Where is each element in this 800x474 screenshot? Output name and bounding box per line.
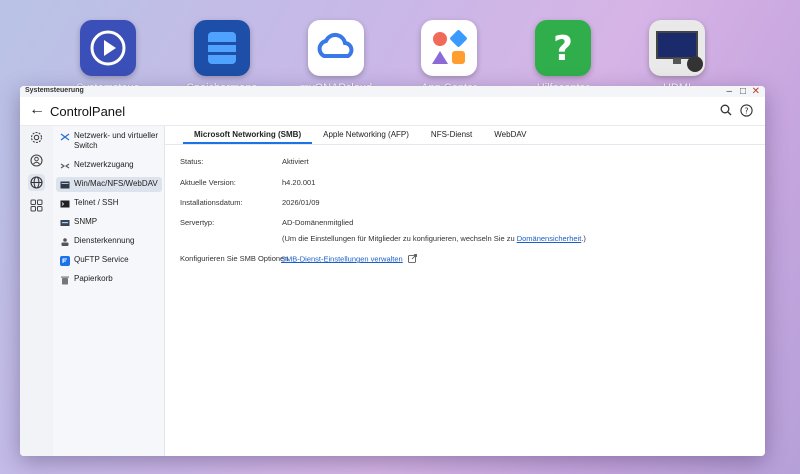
monitor-icon (656, 31, 703, 72)
sidebar: Netzwerk- und virtueller Switch Netzwerk… (53, 126, 165, 456)
cloud-icon (317, 32, 354, 58)
server-type-label: Servertyp: (180, 218, 215, 227)
search-icon[interactable] (719, 103, 733, 117)
app-center-icon (432, 30, 467, 64)
maximize-icon[interactable]: □ (740, 86, 746, 97)
hint-prefix: (Um die Einstellungen für Mitglieder zu … (282, 234, 517, 243)
server-type-value: AD-Domänenmitglied (282, 218, 354, 227)
version-value: h4.20.001 (282, 178, 316, 187)
desktop-icon-hdmi[interactable] (649, 20, 705, 76)
install-date-value: 2026/01/09 (282, 198, 320, 207)
ftp-icon (59, 255, 70, 266)
svg-text:?: ? (744, 106, 748, 115)
minimize-icon[interactable]: – (726, 86, 732, 97)
tab-webdav[interactable]: WebDAV (483, 126, 537, 144)
sidebar-item-telnet-ssh[interactable]: Telnet / SSH (56, 196, 162, 211)
sidebar-item-label: Papierkorb (74, 274, 113, 283)
globe-icon[interactable] (28, 174, 45, 191)
user-icon[interactable] (28, 152, 45, 169)
win-mac-icon (59, 179, 70, 190)
sidebar-item-recycle-bin[interactable]: Papierkorb (56, 272, 162, 287)
desktop-icon-storage[interactable] (194, 20, 250, 76)
sidebar-item-label: Netzwerk- und virtueller Switch (74, 131, 159, 150)
help-icon[interactable]: ? (739, 103, 753, 117)
desktop-icon-control-panel[interactable] (80, 20, 136, 76)
window-titlebar[interactable]: Systemsteuerung – □ ✕ (20, 86, 765, 97)
database-icon (208, 32, 236, 64)
window-title: Systemsteuerung (25, 87, 84, 94)
member-settings-hint: (Um die Einstellungen für Mitglieder zu … (282, 234, 586, 243)
desktop-icon-cloud[interactable] (308, 20, 364, 76)
desktop-icon-help[interactable]: ? (535, 20, 591, 76)
tab-nfs[interactable]: NFS-Dienst (420, 126, 483, 144)
sidebar-item-label: Telnet / SSH (74, 198, 119, 207)
network-access-icon (59, 160, 70, 171)
settings-gear-icon[interactable] (28, 129, 45, 146)
app-title: ControlPanel (50, 104, 126, 119)
tab-bar: Microsoft Networking (SMB) Apple Network… (183, 126, 537, 144)
network-switch-icon (59, 131, 70, 142)
trash-icon (59, 274, 70, 285)
main-content: Microsoft Networking (SMB) Apple Network… (165, 126, 765, 456)
close-icon[interactable]: ✕ (752, 86, 760, 97)
hint-suffix: .) (581, 234, 586, 243)
tab-afp[interactable]: Apple Networking (AFP) (312, 126, 420, 144)
snmp-icon (59, 217, 70, 228)
version-label: Aktuelle Version: (180, 178, 236, 187)
category-rail (20, 126, 53, 456)
install-date-label: Installationsdatum: (180, 198, 243, 207)
sidebar-item-win-mac-nfs-webdav[interactable]: Win/Mac/NFS/WebDAV (56, 177, 162, 192)
sidebar-item-label: Netzwerkzugang (74, 160, 134, 169)
configure-smb-label: Konfigurieren Sie SMB Optionen (180, 254, 289, 263)
service-discovery-icon (59, 236, 70, 247)
smb-settings-row: SMB-Dienst-Einstellungen verwalten (281, 254, 417, 265)
back-arrow-icon[interactable]: ← (29, 101, 45, 119)
desktop-icon-app-center[interactable] (421, 20, 477, 76)
sidebar-item-network-switch[interactable]: Netzwerk- und virtueller Switch (56, 129, 162, 153)
status-label: Status: (180, 157, 204, 166)
tab-divider (165, 144, 765, 145)
sidebar-item-snmp[interactable]: SNMP (56, 215, 162, 230)
app-header: ← ControlPanel ? (20, 97, 765, 125)
gear-play-icon (90, 30, 126, 66)
status-value: Aktiviert (282, 157, 309, 166)
sidebar-item-quftp[interactable]: QuFTP Service (56, 253, 162, 268)
sidebar-item-service-discovery[interactable]: Diensterkennung (56, 234, 162, 249)
apps-grid-icon[interactable] (28, 197, 45, 214)
window-body: Netzwerk- und virtueller Switch Netzwerk… (20, 125, 765, 456)
control-panel-window: Systemsteuerung – □ ✕ ← ControlPanel ? N… (20, 86, 765, 456)
sidebar-item-label: QuFTP Service (74, 255, 129, 264)
sidebar-item-label: SNMP (74, 217, 98, 226)
sidebar-item-label: Win/Mac/NFS/WebDAV (74, 179, 158, 188)
tab-smb[interactable]: Microsoft Networking (SMB) (183, 126, 313, 144)
sidebar-item-label: Diensterkennung (74, 236, 135, 245)
sidebar-item-network-access[interactable]: Netzwerkzugang (56, 158, 162, 173)
question-icon: ? (553, 29, 573, 69)
smb-settings-link[interactable]: SMB-Dienst-Einstellungen verwalten (281, 254, 403, 263)
external-link-icon[interactable] (407, 254, 417, 265)
domain-security-link[interactable]: Domänensicherheit (517, 234, 582, 243)
terminal-icon (59, 198, 70, 209)
svg-text:?: ? (553, 29, 573, 69)
